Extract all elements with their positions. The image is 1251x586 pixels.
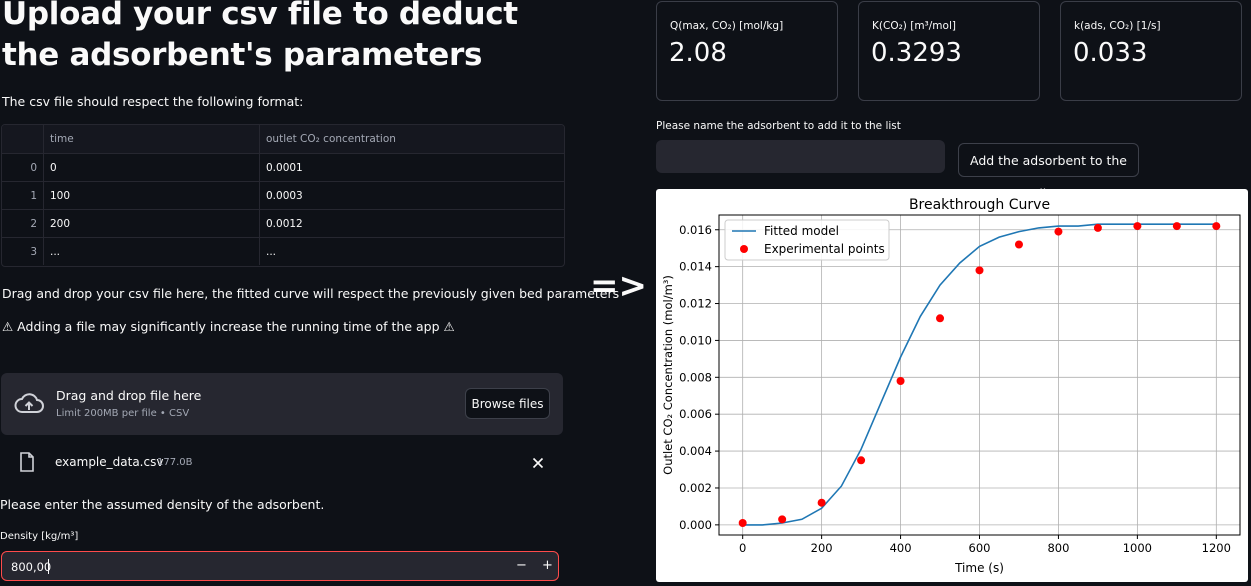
density-label: Density [kg/m³]	[0, 531, 79, 542]
metric-label: Q(max, CO₂) [mol/kg]	[670, 20, 784, 32]
increment-button[interactable]: +	[542, 558, 553, 573]
metric-label: K(CO₂) [m³/mol]	[872, 20, 956, 32]
x-tick-label: 400	[890, 541, 912, 555]
y-tick-label: 0.004	[679, 444, 712, 458]
breakthrough-chart: 0 200 400 600 800 1000 1200 0.000 0.002 0.004 0.00…	[656, 189, 1248, 582]
table-row: 1 100 0.0003	[2, 181, 564, 209]
table-header-row: time outlet CO₂ concentration	[2, 125, 564, 153]
warning-note: ⚠ Adding a file may significantly increa…	[2, 319, 455, 334]
y-axis-label: Outlet CO₂ Concentration (mol/m³)	[661, 275, 675, 475]
format-table: time outlet CO₂ concentration 0 0 0.0001…	[1, 124, 565, 267]
y-tick-label: 0.010	[679, 333, 712, 347]
text-cursor	[48, 559, 49, 574]
table-cell: 0	[44, 154, 260, 181]
density-number-input[interactable]: 800,00 − +	[1, 551, 559, 581]
x-tick-label: 600	[969, 541, 991, 555]
page-title: Upload your csv file to deduct the adsor…	[2, 0, 518, 73]
format-note: The csv file should respect the followin…	[2, 94, 304, 109]
uploaded-file-size: 177.0B	[157, 457, 193, 468]
table-cell: ...	[266, 246, 277, 258]
experimental-point	[1172, 222, 1181, 231]
row-index: 1	[2, 182, 44, 209]
row-index: 0	[2, 154, 44, 181]
legend-label: Fitted model	[764, 224, 839, 238]
experimental-point	[1133, 222, 1142, 231]
x-tick-label: 1000	[1123, 541, 1152, 555]
table-row: 3 ... ...	[2, 237, 564, 265]
experimental-point	[817, 498, 826, 507]
metric-value: 2.08	[669, 38, 727, 68]
adsorbent-name-input[interactable]	[656, 140, 945, 173]
column-header-concentration[interactable]: outlet CO₂ concentration	[260, 125, 564, 153]
x-tick-label: 0	[739, 541, 746, 555]
metric-qmax: Q(max, CO₂) [mol/kg] 2.08	[656, 1, 838, 101]
experimental-point	[936, 314, 945, 323]
y-tick-label: 0.006	[679, 407, 712, 421]
dropzone-limit: Limit 200MB per file • CSV	[56, 408, 190, 419]
metric-value: 0.033	[1073, 38, 1148, 68]
y-tick-label: 0.002	[679, 481, 712, 495]
chart-title: Breakthrough Curve	[909, 197, 1050, 213]
browse-files-button[interactable]: Browse files	[465, 388, 550, 419]
y-tick-label: 0.000	[679, 518, 712, 532]
x-tick-label: 800	[1047, 541, 1069, 555]
metric-value: 0.3293	[871, 38, 962, 68]
density-prompt: Please enter the assumed density of the …	[0, 497, 325, 512]
table-cell: ...	[44, 238, 260, 265]
chart-svg: 0 200 400 600 800 1000 1200 0.000 0.002 0.004 0.00…	[661, 197, 1241, 575]
name-prompt: Please name the adsorbent to add it to t…	[656, 120, 901, 132]
experimental-point	[896, 376, 905, 385]
metric-label: k(ads, CO₂) [1/s]	[1074, 20, 1161, 32]
add-adsorbent-button[interactable]: Add the adsorbent to the list	[958, 143, 1139, 201]
experimental-point	[1054, 227, 1063, 236]
file-icon	[20, 452, 34, 472]
dropzone-title: Drag and drop file here	[56, 388, 202, 403]
arrow-indicator: =>	[590, 266, 647, 306]
table-cell: 0.0003	[266, 190, 303, 202]
file-dropzone[interactable]: Drag and drop file here Limit 200MB per …	[1, 373, 563, 435]
density-value: 800,00	[11, 560, 52, 574]
cloud-upload-icon	[14, 393, 44, 413]
x-tick-label: 200	[811, 541, 833, 555]
experimental-point	[1212, 222, 1221, 231]
legend-point-swatch	[740, 245, 748, 253]
table-cell: 100	[44, 182, 260, 209]
table-row: 0 0 0.0001	[2, 153, 564, 181]
legend-label: Experimental points	[764, 242, 885, 256]
y-tick-label: 0.014	[679, 260, 712, 274]
row-index: 2	[2, 210, 44, 237]
column-header-time[interactable]: time	[44, 125, 260, 153]
drag-note: Drag and drop your csv file here, the fi…	[2, 286, 620, 301]
y-tick-label: 0.016	[679, 223, 712, 237]
close-icon[interactable]	[532, 457, 544, 469]
experimental-point	[1093, 223, 1102, 232]
experimental-point	[857, 456, 866, 465]
y-tick-label: 0.012	[679, 297, 712, 311]
experimental-point	[738, 519, 747, 528]
table-cell: 0.0012	[266, 218, 303, 230]
experimental-point	[975, 266, 984, 275]
experimental-point	[778, 515, 787, 524]
metric-k-ads: k(ads, CO₂) [1/s] 0.033	[1060, 1, 1242, 101]
x-tick-label: 1200	[1202, 541, 1231, 555]
experimental-point	[1014, 240, 1023, 249]
y-tick-label: 0.008	[679, 370, 712, 384]
uploaded-file-name: example_data.csv	[55, 455, 164, 469]
row-index: 3	[2, 238, 44, 265]
x-axis-label: Time (s)	[954, 561, 1004, 575]
table-row: 2 200 0.0012	[2, 209, 564, 237]
table-cell: 0.0001	[266, 162, 303, 174]
metric-k-co2: K(CO₂) [m³/mol] 0.3293	[858, 1, 1040, 101]
decrement-button[interactable]: −	[516, 558, 527, 573]
table-cell: 200	[44, 210, 260, 237]
